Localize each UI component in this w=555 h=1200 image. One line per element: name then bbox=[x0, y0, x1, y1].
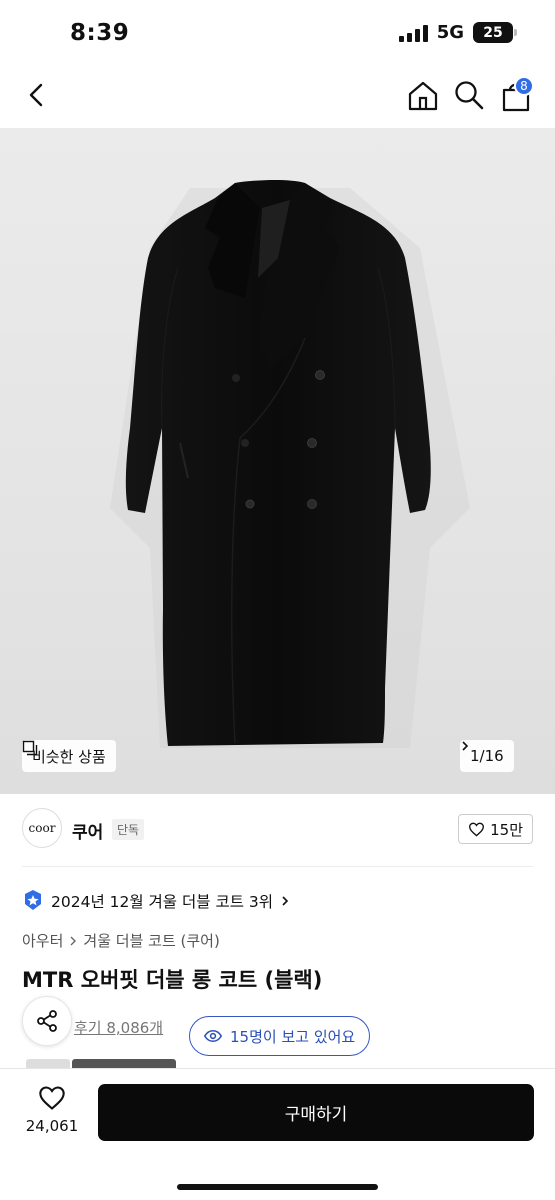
image-counter-text: 1/16 bbox=[470, 747, 504, 765]
battery-level: 25 bbox=[483, 24, 503, 41]
network-type: 5G bbox=[436, 22, 464, 43]
brand-logo-text: coor bbox=[28, 821, 56, 835]
back-icon[interactable] bbox=[22, 80, 52, 110]
similar-products-label: 비슷한 상품 bbox=[32, 747, 106, 766]
ranking-link[interactable]: 2024년 12월 겨울 더블 코트 3위 bbox=[22, 888, 290, 914]
breadcrumb-item[interactable]: 아우터 bbox=[22, 930, 63, 951]
bottom-action-bar: 24,061 구매하기 bbox=[0, 1068, 555, 1200]
product-image[interactable]: 비슷한 상품 1/16 bbox=[0, 128, 555, 794]
divider bbox=[22, 866, 533, 867]
cart-count-badge: 8 bbox=[514, 76, 534, 96]
signal-icon bbox=[398, 24, 428, 42]
wishlist-button[interactable]: 24,061 bbox=[22, 1085, 82, 1135]
chevron-right-icon bbox=[70, 936, 77, 945]
product-title: MTR 오버핏 더블 롱 코트 (블랙) bbox=[22, 968, 323, 992]
image-counter[interactable]: 1/16 bbox=[460, 740, 514, 772]
search-icon[interactable] bbox=[452, 78, 486, 112]
reviews-link[interactable]: 후기 8,086개 bbox=[74, 1017, 163, 1038]
brand-row: coor 쿠어 단독 15만 bbox=[22, 808, 533, 854]
viewers-text: 15명이 보고 있어요 bbox=[230, 1027, 356, 1046]
buy-button-label: 구매하기 bbox=[284, 1105, 348, 1125]
chevron-right-icon bbox=[282, 896, 289, 906]
brand-like-button[interactable]: 15만 bbox=[458, 814, 533, 844]
ranking-text: 2024년 12월 겨울 더블 코트 3위 bbox=[51, 893, 274, 911]
status-time: 8:39 bbox=[70, 20, 130, 46]
ranking-badge-icon bbox=[25, 890, 41, 910]
wishlist-count: 24,061 bbox=[25, 1117, 79, 1135]
nav-bar: 8 bbox=[0, 68, 555, 124]
brand-logo[interactable]: coor bbox=[22, 808, 62, 848]
heart-icon bbox=[39, 1086, 65, 1110]
share-icon bbox=[37, 1010, 57, 1032]
exclusive-tag: 단독 bbox=[112, 819, 145, 840]
status-bar: 8:39 5G 25 bbox=[0, 0, 555, 62]
share-button[interactable] bbox=[22, 996, 72, 1046]
home-icon[interactable] bbox=[405, 78, 441, 114]
eye-icon bbox=[204, 1029, 222, 1043]
battery-icon: 25 bbox=[473, 22, 517, 43]
heart-icon bbox=[469, 822, 485, 837]
home-indicator bbox=[177, 1184, 378, 1190]
buy-button[interactable]: 구매하기 bbox=[98, 1084, 534, 1141]
viewers-badge: 15명이 보고 있어요 bbox=[189, 1016, 371, 1056]
chevron-right-icon bbox=[462, 741, 469, 751]
brand-name[interactable]: 쿠어 bbox=[72, 818, 103, 843]
breadcrumb: 아우터 겨울 더블 코트 (쿠어) bbox=[22, 930, 220, 951]
copy-icon bbox=[22, 740, 38, 756]
breadcrumb-item[interactable]: 겨울 더블 코트 (쿠어) bbox=[83, 930, 219, 951]
similar-products-button[interactable]: 비슷한 상품 bbox=[22, 740, 116, 772]
status-icons: 5G 25 bbox=[398, 22, 517, 43]
coat-illustration bbox=[110, 179, 470, 748]
brand-like-count: 15만 bbox=[490, 820, 523, 839]
